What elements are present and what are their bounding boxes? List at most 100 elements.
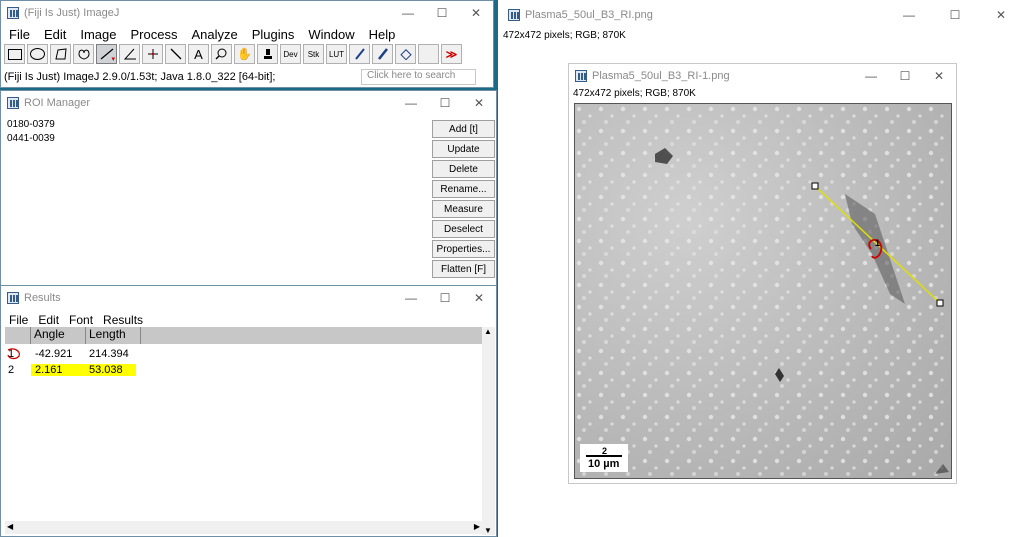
menu-file[interactable]: File xyxy=(2,27,37,42)
cell-length: 53.038 xyxy=(89,364,136,376)
minimize-icon[interactable]: — xyxy=(391,1,425,25)
brush-icon[interactable] xyxy=(372,44,393,64)
maximize-icon[interactable]: ☐ xyxy=(428,91,462,115)
scroll-right-icon[interactable]: ▶ xyxy=(474,522,480,531)
menu-process[interactable]: Process xyxy=(124,27,185,42)
image-child-title: Plasma5_50ul_B3_RI-1.png xyxy=(592,70,730,82)
annotation-circle-icon xyxy=(7,347,20,359)
deselect-button[interactable]: Deselect xyxy=(432,220,495,238)
hand-icon[interactable]: ✋ xyxy=(234,44,255,64)
search-input[interactable]: Click here to search xyxy=(361,69,476,85)
menu-font[interactable]: Font xyxy=(64,313,98,327)
maximize-icon[interactable]: ☐ xyxy=(888,64,922,88)
menu-image[interactable]: Image xyxy=(73,27,123,42)
image-child-info: 472x472 pixels; RGB; 870K xyxy=(573,88,696,99)
minimize-icon[interactable]: — xyxy=(854,64,888,88)
row-index: 2 xyxy=(8,364,15,376)
close-icon[interactable]: ✕ xyxy=(978,0,1024,30)
menu-help[interactable]: Help xyxy=(362,27,403,42)
status-bar: (Fiji Is Just) ImageJ 2.9.0/1.53t; Java … xyxy=(1,67,493,87)
image-window-info: 472x472 pixels; RGB; 870K xyxy=(503,30,626,41)
add-button[interactable]: Add [t] xyxy=(432,120,495,138)
close-icon[interactable]: ✕ xyxy=(922,64,956,88)
image-child-window: Plasma5_50ul_B3_RI-1.png — ☐ ✕ 472x472 p… xyxy=(568,63,957,484)
table-row[interactable]: 2 2.161 53.038 xyxy=(5,362,482,378)
results-vertical-scrollbar[interactable]: ▲ ▼ xyxy=(482,327,495,535)
micrograph-canvas[interactable]: 1 2 10 µm xyxy=(574,103,952,479)
cell-angle: -42.921 xyxy=(35,347,73,360)
dev-tool[interactable]: Dev xyxy=(280,44,301,64)
magnifier-icon[interactable] xyxy=(211,44,232,64)
column-header-index[interactable] xyxy=(5,327,31,344)
menu-plugins[interactable]: Plugins xyxy=(245,27,302,42)
roi-list-item[interactable]: 0180-0379 xyxy=(1,115,429,130)
maximize-icon[interactable]: ☐ xyxy=(425,1,459,25)
polygon-tool-icon[interactable] xyxy=(50,44,71,64)
close-icon[interactable]: ✕ xyxy=(462,286,496,310)
more-tools-icon[interactable]: ≫ xyxy=(441,44,462,64)
column-header-angle[interactable]: Angle xyxy=(31,327,86,344)
scale-annotation-number: 2 xyxy=(602,446,608,456)
imagej-main-window: (Fiji Is Just) ImageJ — ☐ ✕ File Edit Im… xyxy=(0,0,494,88)
wand-tool-icon[interactable] xyxy=(165,44,186,64)
image-window-titlebar[interactable]: Plasma5_50ul_B3_RI.png — ☐ ✕ xyxy=(498,0,1024,30)
results-title: Results xyxy=(24,292,61,304)
roi-list[interactable]: 0180-0379 0441-0039 xyxy=(1,115,429,289)
toolbar: ▾ A ✋ Dev Stk LUT ≫ xyxy=(4,44,464,64)
imagej-app-icon xyxy=(7,7,19,19)
text-tool-icon[interactable]: A xyxy=(188,44,209,64)
results-window: Results — ☐ ✕ File Edit Font Results Ang… xyxy=(0,285,497,537)
scale-bar-label: 10 µm xyxy=(588,458,620,470)
freehand-tool-icon[interactable] xyxy=(73,44,94,64)
image-child-titlebar[interactable]: Plasma5_50ul_B3_RI-1.png — ☐ ✕ xyxy=(569,64,956,88)
update-button[interactable]: Update xyxy=(432,140,495,158)
pencil-icon[interactable] xyxy=(349,44,370,64)
delete-button[interactable]: Delete xyxy=(432,160,495,178)
menu-results[interactable]: Results xyxy=(98,313,148,327)
rename-button[interactable]: Rename... xyxy=(432,180,495,198)
roi-manager-titlebar[interactable]: ROI Manager — ☐ ✕ xyxy=(1,91,496,115)
menu-window[interactable]: Window xyxy=(301,27,361,42)
flood-fill-icon[interactable] xyxy=(395,44,416,64)
oval-tool-icon[interactable] xyxy=(27,44,48,64)
menu-analyze[interactable]: Analyze xyxy=(184,27,244,42)
row-index: 1 xyxy=(5,348,31,360)
minimize-icon[interactable]: — xyxy=(394,286,428,310)
angle-tool-icon[interactable] xyxy=(119,44,140,64)
column-header-length[interactable]: Length xyxy=(86,327,141,344)
flatten-button[interactable]: Flatten [F] xyxy=(432,260,495,278)
imagej-titlebar[interactable]: (Fiji Is Just) ImageJ — ☐ ✕ xyxy=(1,1,493,25)
scroll-down-icon[interactable]: ▼ xyxy=(484,526,492,535)
status-text: (Fiji Is Just) ImageJ 2.9.0/1.53t; Java … xyxy=(4,71,276,83)
results-app-icon xyxy=(7,292,19,304)
menu-edit[interactable]: Edit xyxy=(37,27,73,42)
line-tool-icon[interactable]: ▾ xyxy=(96,44,117,64)
point-tool-icon[interactable] xyxy=(142,44,163,64)
close-icon[interactable]: ✕ xyxy=(459,1,493,25)
roi-manager-title: ROI Manager xyxy=(24,97,91,109)
rectangle-tool-icon[interactable] xyxy=(4,44,25,64)
results-table-header: Angle Length xyxy=(5,327,482,344)
results-horizontal-scrollbar[interactable]: ◀ ▶ xyxy=(5,521,482,534)
lut-tool[interactable]: LUT xyxy=(326,44,347,64)
measure-button[interactable]: Measure xyxy=(432,200,495,218)
cell-angle: 2.161 xyxy=(31,364,89,376)
scroll-left-icon[interactable]: ◀ xyxy=(7,522,13,531)
menu-edit[interactable]: Edit xyxy=(33,313,64,327)
minimize-icon[interactable]: — xyxy=(394,91,428,115)
maximize-icon[interactable]: ☐ xyxy=(428,286,462,310)
maximize-icon[interactable]: ☐ xyxy=(932,0,978,30)
properties-button[interactable]: Properties... xyxy=(432,240,495,258)
close-icon[interactable]: ✕ xyxy=(462,91,496,115)
roi-manager-window: ROI Manager — ☐ ✕ 0180-0379 0441-0039 Ad… xyxy=(0,90,497,290)
line-marker-label: 1 xyxy=(875,238,881,248)
results-titlebar[interactable]: Results — ☐ ✕ xyxy=(1,286,496,310)
roi-list-item[interactable]: 0441-0039 xyxy=(1,130,429,144)
line-roi[interactable] xyxy=(575,104,952,479)
dropper-icon[interactable] xyxy=(257,44,278,64)
stk-tool[interactable]: Stk xyxy=(303,44,324,64)
menu-file[interactable]: File xyxy=(1,313,33,327)
scroll-up-icon[interactable]: ▲ xyxy=(484,327,492,336)
minimize-icon[interactable]: — xyxy=(886,0,932,30)
table-row[interactable]: 1 -42.921 214.394 xyxy=(5,345,482,362)
